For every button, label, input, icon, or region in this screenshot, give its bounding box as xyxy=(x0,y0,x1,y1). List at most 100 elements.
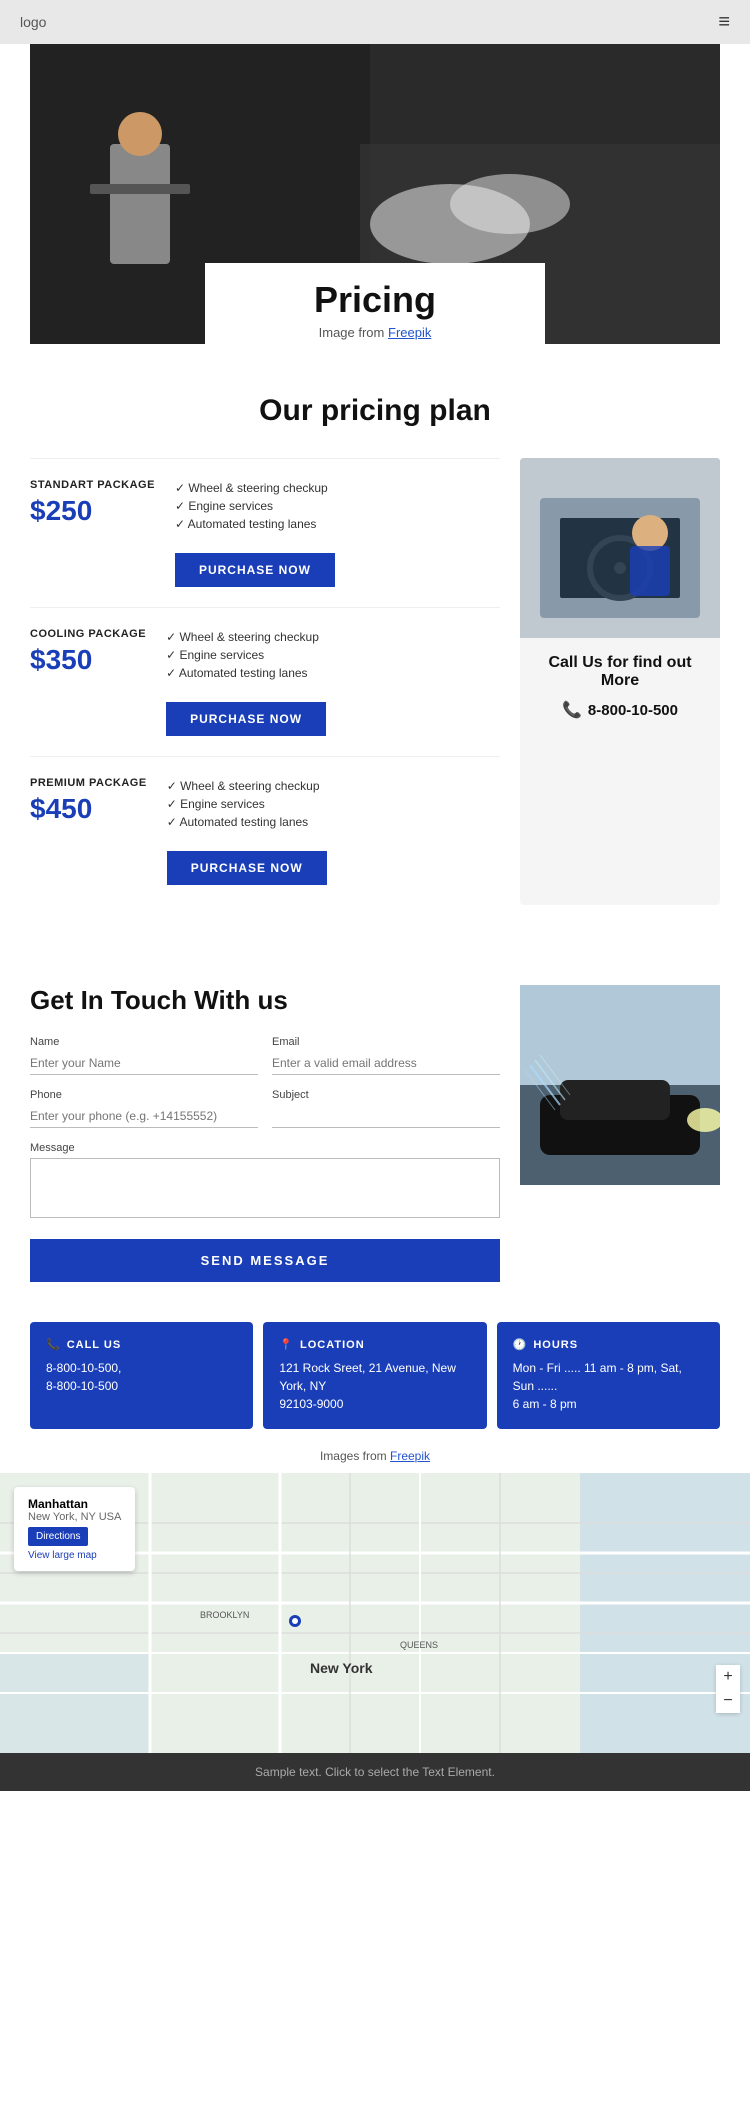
pricing-grid: STANDART PACKAGE $250 Wheel & steering c… xyxy=(30,458,720,905)
contact-section: Get In Touch With us Name Email Phone Su… xyxy=(0,945,750,1322)
package-name-standart: STANDART PACKAGE xyxy=(30,479,155,491)
form-row-name-email: Name Email xyxy=(30,1036,500,1075)
phone-label: Phone xyxy=(30,1089,258,1101)
package-price-standart: $250 xyxy=(30,495,155,527)
purchase-btn-premium[interactable]: PURCHASE NOW xyxy=(167,851,327,885)
package-name-premium: PREMIUM PACKAGE xyxy=(30,777,147,789)
hero-freepik-link[interactable]: Freepik xyxy=(388,325,431,340)
message-label: Message xyxy=(30,1142,500,1154)
package-details-cooling: Wheel & steering checkup Engine services… xyxy=(166,628,326,736)
footer: Sample text. Click to select the Text El… xyxy=(0,1753,750,1791)
package-details-premium: Wheel & steering checkup Engine services… xyxy=(167,777,327,885)
info-card-call: 📞 CALL US 8-800-10-500, 8-800-10-500 xyxy=(30,1322,253,1429)
map-location-sub: New York, NY USA xyxy=(28,1511,121,1523)
pricing-card-image xyxy=(520,458,720,638)
feature-standart-2: Engine services xyxy=(175,497,335,515)
pricing-card-phone-number: 8-800-10-500 xyxy=(588,702,678,719)
svg-text:QUEENS: QUEENS xyxy=(400,1640,438,1650)
pricing-contact-card: Call Us for find out More 📞 8-800-10-500 xyxy=(520,458,720,905)
header: logo ≡ xyxy=(0,0,750,44)
feature-cooling-1: Wheel & steering checkup xyxy=(166,628,326,646)
contact-form-col: Get In Touch With us Name Email Phone Su… xyxy=(30,985,500,1282)
feature-premium-3: Automated testing lanes xyxy=(167,813,327,831)
pricing-section: Our pricing plan STANDART PACKAGE $250 W… xyxy=(0,344,750,945)
map-overlay-card: Manhattan New York, NY USA Directions Vi… xyxy=(14,1487,135,1571)
map-section[interactable]: New York Manhattan BROOKLYN QUEENS Manha… xyxy=(0,1473,750,1753)
subject-label: Subject xyxy=(272,1089,500,1101)
call-icon: 📞 xyxy=(46,1338,61,1351)
subject-input[interactable] xyxy=(272,1105,500,1128)
images-credit: Images from Freepik xyxy=(0,1439,750,1473)
pricing-card-cta: Call Us for find out More xyxy=(536,654,704,690)
purchase-btn-cooling[interactable]: PURCHASE NOW xyxy=(166,702,326,736)
package-name-cooling: COOLING PACKAGE xyxy=(30,628,146,640)
feature-premium-1: Wheel & steering checkup xyxy=(167,777,327,795)
form-group-message: Message xyxy=(30,1142,500,1223)
package-features-cooling: Wheel & steering checkup Engine services… xyxy=(166,628,326,682)
package-details-standart: Wheel & steering checkup Engine services… xyxy=(175,479,335,587)
info-card-call-content: 8-800-10-500, 8-800-10-500 xyxy=(46,1359,237,1395)
hero-subtitle: Image from Freepik xyxy=(245,325,505,340)
contact-title: Get In Touch With us xyxy=(30,985,500,1016)
map-zoom-in-button[interactable]: + xyxy=(716,1665,740,1689)
svg-text:New York: New York xyxy=(310,1660,373,1676)
package-price-premium: $450 xyxy=(30,793,147,825)
hero-overlay: Pricing Image from Freepik xyxy=(205,263,545,344)
package-info-premium: PREMIUM PACKAGE $450 xyxy=(30,777,147,825)
pricing-title: Our pricing plan xyxy=(30,394,720,428)
map-zoom-out-button[interactable]: − xyxy=(716,1689,740,1713)
package-price-cooling: $350 xyxy=(30,644,146,676)
feature-cooling-3: Automated testing lanes xyxy=(166,664,326,682)
email-label: Email xyxy=(272,1036,500,1048)
info-card-location: 📍 LOCATION 121 Rock Sreet, 21 Avenue, Ne… xyxy=(263,1322,486,1429)
freepik-link[interactable]: Freepik xyxy=(390,1449,430,1463)
name-input[interactable] xyxy=(30,1052,258,1075)
package-row-cooling: COOLING PACKAGE $350 Wheel & steering ch… xyxy=(30,607,500,756)
phone-icon: 📞 xyxy=(562,700,582,720)
form-row-phone-subject: Phone Subject xyxy=(30,1089,500,1128)
info-card-location-header: 📍 LOCATION xyxy=(279,1338,470,1351)
send-message-button[interactable]: SEND MESSAGE xyxy=(30,1239,500,1282)
form-group-subject: Subject xyxy=(272,1089,500,1128)
info-card-hours: 🕐 HOURS Mon - Fri ..... 11 am - 8 pm, Sa… xyxy=(497,1322,720,1429)
feature-premium-2: Engine services xyxy=(167,795,327,813)
form-group-name: Name xyxy=(30,1036,258,1075)
contact-image xyxy=(520,985,720,1185)
email-input[interactable] xyxy=(272,1052,500,1075)
form-group-email: Email xyxy=(272,1036,500,1075)
package-row-standart: STANDART PACKAGE $250 Wheel & steering c… xyxy=(30,458,500,607)
map-directions-button[interactable]: Directions xyxy=(28,1527,88,1546)
feature-standart-1: Wheel & steering checkup xyxy=(175,479,335,497)
form-group-phone: Phone xyxy=(30,1089,258,1128)
pricing-card-phone: 📞 8-800-10-500 xyxy=(536,700,704,720)
map-location-name: Manhattan xyxy=(28,1497,121,1511)
location-icon: 📍 xyxy=(279,1338,294,1351)
package-features-premium: Wheel & steering checkup Engine services… xyxy=(167,777,327,831)
name-label: Name xyxy=(30,1036,258,1048)
pricing-packages: STANDART PACKAGE $250 Wheel & steering c… xyxy=(30,458,500,905)
hero-section: Pricing Image from Freepik xyxy=(30,44,720,344)
package-info-standart: STANDART PACKAGE $250 xyxy=(30,479,155,527)
hero-title: Pricing xyxy=(245,279,505,321)
info-cards: 📞 CALL US 8-800-10-500, 8-800-10-500 📍 L… xyxy=(0,1322,750,1439)
feature-standart-3: Automated testing lanes xyxy=(175,515,335,533)
info-card-hours-header: 🕐 HOURS xyxy=(513,1338,704,1351)
map-zoom-controls: + − xyxy=(716,1665,740,1713)
phone-input[interactable] xyxy=(30,1105,258,1128)
logo: logo xyxy=(20,14,46,30)
message-input[interactable] xyxy=(30,1158,500,1218)
package-row-premium: PREMIUM PACKAGE $450 Wheel & steering ch… xyxy=(30,756,500,905)
package-info-cooling: COOLING PACKAGE $350 xyxy=(30,628,146,676)
info-card-hours-content: Mon - Fri ..... 11 am - 8 pm, Sat, Sun .… xyxy=(513,1359,704,1413)
map-view-large-link[interactable]: View large map xyxy=(28,1550,121,1561)
info-card-call-header: 📞 CALL US xyxy=(46,1338,237,1351)
purchase-btn-standart[interactable]: PURCHASE NOW xyxy=(175,553,335,587)
pricing-card-body: Call Us for find out More 📞 8-800-10-500 xyxy=(520,638,720,736)
feature-cooling-2: Engine services xyxy=(166,646,326,664)
hours-icon: 🕐 xyxy=(513,1338,528,1351)
footer-text: Sample text. Click to select the Text El… xyxy=(255,1765,495,1779)
map-placeholder: New York Manhattan BROOKLYN QUEENS Manha… xyxy=(0,1473,750,1753)
hamburger-icon[interactable]: ≡ xyxy=(718,11,730,34)
svg-text:BROOKLYN: BROOKLYN xyxy=(200,1610,249,1620)
package-features-standart: Wheel & steering checkup Engine services… xyxy=(175,479,335,533)
